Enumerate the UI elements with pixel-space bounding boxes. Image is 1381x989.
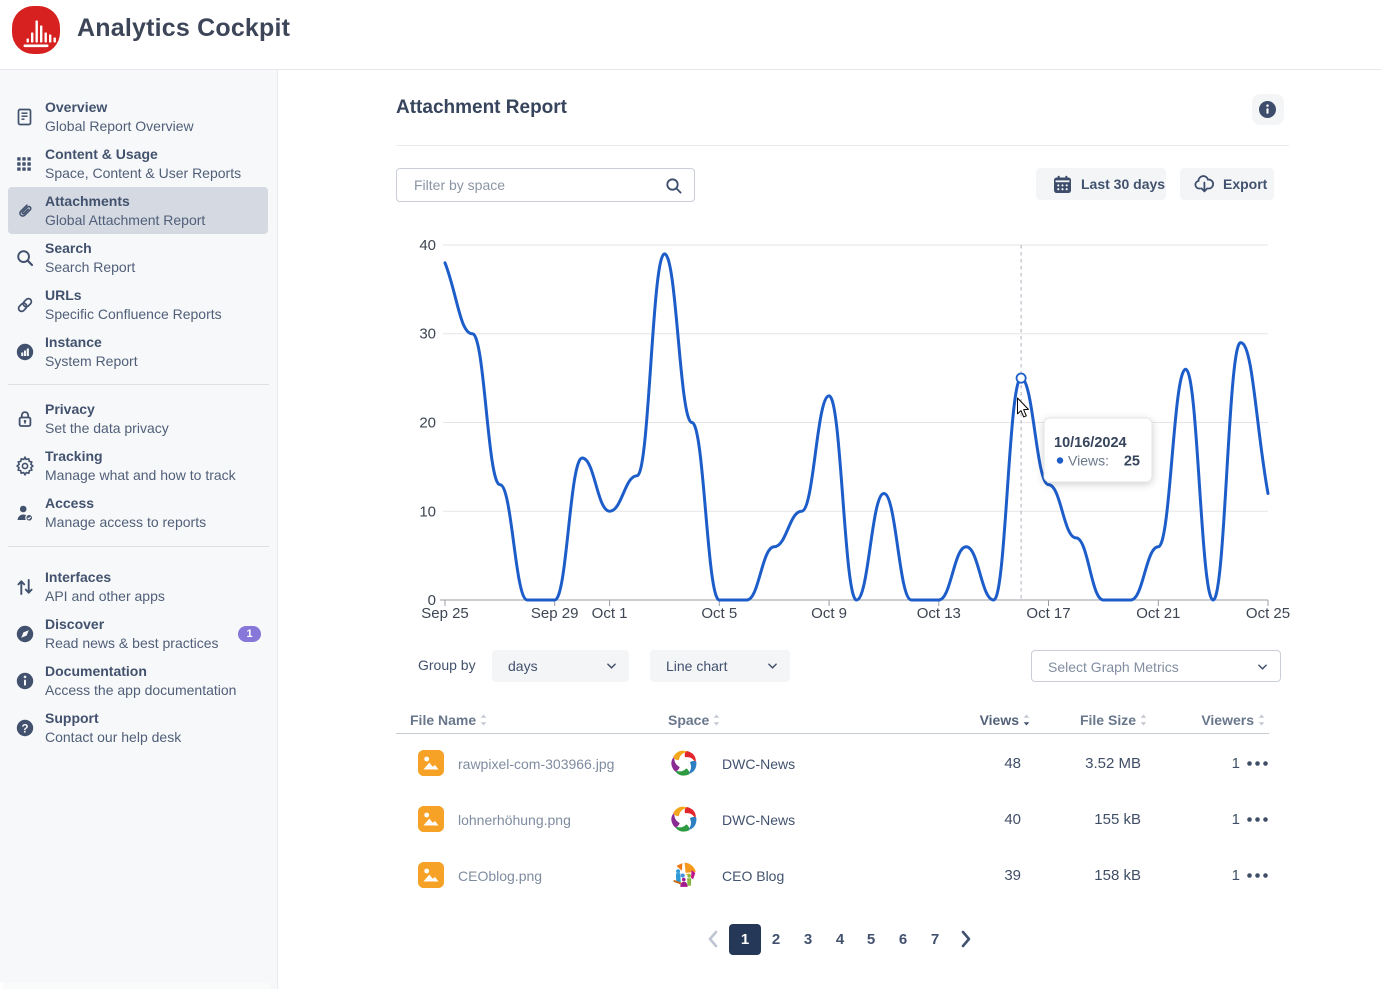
svg-text:?: ? bbox=[21, 723, 28, 735]
